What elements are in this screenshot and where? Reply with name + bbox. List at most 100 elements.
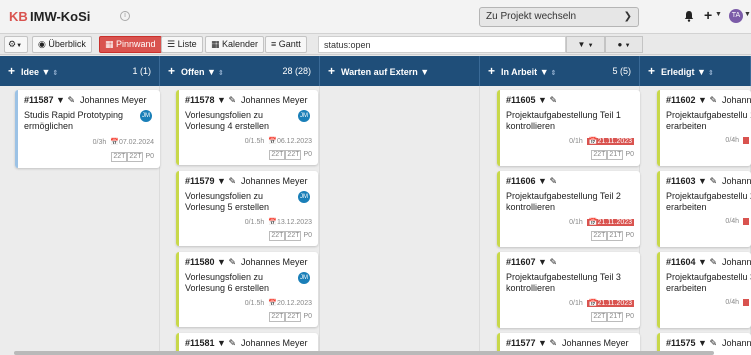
project-switch-select[interactable]: Zu Projekt wechseln ❯ — [479, 7, 639, 27]
calendar-button[interactable]: ▦ Kalender — [205, 36, 265, 53]
sort-icon[interactable]: ⇕ — [708, 70, 714, 77]
card-assignee: Johannes Meyer — [562, 338, 629, 348]
logo[interactable]: KB — [9, 9, 28, 24]
add-icon[interactable]: + — [648, 64, 655, 78]
add-icon[interactable]: + — [488, 64, 495, 78]
avatar[interactable]: TA — [729, 9, 743, 23]
list-button[interactable]: ☰ Liste — [161, 36, 203, 53]
edit-icon[interactable]: ✎ — [709, 338, 717, 348]
card-tags: 22T 22T P0 — [269, 231, 312, 241]
card-id[interactable]: #11604 — [666, 257, 696, 267]
column-header-erledigt[interactable]: + Erledigt ▼ ⇕ — [640, 56, 751, 86]
edit-icon[interactable]: ✎ — [549, 95, 557, 105]
user-filter-button[interactable]: ● ▼ — [605, 36, 643, 53]
card-id[interactable]: #11579 — [185, 176, 215, 186]
settings-button[interactable]: ⚙▼ — [4, 36, 28, 53]
sort-icon[interactable]: ⇕ — [551, 70, 557, 77]
card-id[interactable]: #11605 — [506, 95, 536, 105]
edit-icon[interactable]: ✎ — [228, 338, 236, 348]
card-accent — [176, 252, 179, 327]
project-name[interactable]: IMW-KoSi — [30, 9, 90, 24]
horizontal-scrollbar[interactable] — [14, 351, 714, 355]
card-id[interactable]: #11575 — [666, 338, 696, 348]
card-meta: 0/4h — [725, 218, 749, 225]
tag: 22T — [111, 152, 128, 162]
gear-icon: ⚙ — [8, 39, 17, 49]
chevron-down-icon[interactable]: ▼ — [744, 11, 751, 18]
card-id[interactable]: #11587 — [24, 95, 54, 105]
task-card[interactable]: #11604 ▼ ✎Johanne Projektaufgabestellu 3… — [657, 252, 751, 328]
board-button[interactable]: ▦ Pinnwand — [99, 36, 162, 53]
card-priority: P0 — [625, 313, 634, 320]
edit-icon[interactable]: ✎ — [709, 95, 717, 105]
column-header-offen[interactable]: + Offen ▼ ⇕ 28 (28) — [160, 56, 320, 86]
card-title: Projektaufgabestellu 3 erarbeiten — [666, 272, 751, 293]
task-card[interactable]: #11606 ▼ ✎ Projektaufgabestellung Teil 2… — [497, 171, 640, 247]
add-icon[interactable]: + — [328, 64, 335, 78]
task-card[interactable]: #11605 ▼ ✎ Projektaufgabestellung Teil 1… — [497, 90, 640, 166]
task-card[interactable]: #11607 ▼ ✎ Projektaufgabestellung Teil 3… — [497, 252, 640, 328]
task-card[interactable]: #11580 ▼ ✎ Johannes Meyer Vorlesungsfolie… — [176, 252, 318, 327]
edit-icon[interactable]: ✎ — [709, 257, 717, 267]
edit-icon[interactable]: ✎ — [549, 338, 557, 348]
card-id[interactable]: #11578 — [185, 95, 215, 105]
card-accent — [657, 252, 660, 328]
sort-icon[interactable]: ⇕ — [218, 70, 224, 77]
bell-icon[interactable] — [683, 10, 695, 22]
edit-icon[interactable]: ✎ — [549, 176, 557, 186]
chevron-down-icon[interactable]: ▼ — [715, 11, 722, 18]
column-title: Erledigt — [661, 67, 695, 77]
add-icon[interactable]: + — [704, 8, 712, 22]
card-due-date: 21.11.2023 — [597, 300, 632, 307]
tag: 22T — [127, 152, 144, 162]
column-header-idee[interactable]: + Idee ▼ ⇕ 1 (1) — [0, 56, 160, 86]
card-id[interactable]: #11606 — [506, 176, 536, 186]
edit-icon[interactable]: ✎ — [549, 257, 557, 267]
card-id[interactable]: #11580 — [185, 257, 215, 267]
card-tags: 22T 21T P0 — [591, 231, 634, 241]
task-card[interactable]: #11602 ▼ ✎Johanne Projektaufgabestellu 1… — [657, 90, 751, 166]
card-id[interactable]: #11607 — [506, 257, 536, 267]
info-icon[interactable]: i — [120, 11, 130, 21]
card-tags: 22T 22T P0 — [269, 150, 312, 160]
board-label: Pinnwand — [116, 39, 156, 49]
card-assignee: Johanne — [722, 257, 751, 267]
sort-icon[interactable]: ⇕ — [52, 70, 58, 77]
column-count: 28 (28) — [282, 66, 311, 76]
gantt-button[interactable]: ≡ Gantt — [265, 36, 307, 53]
card-accent — [497, 90, 500, 166]
card-due: 📅13.12.2023 — [268, 219, 312, 226]
card-assignee: Johannes Meyer — [241, 176, 308, 186]
task-card[interactable]: #11578 ▼ ✎ Johannes Meyer Vorlesungsfolie… — [176, 90, 318, 165]
card-id[interactable]: #11603 — [666, 176, 696, 186]
edit-icon[interactable]: ✎ — [67, 95, 75, 105]
column-header-warten-auf-extern[interactable]: + Warten auf Extern ▼ — [320, 56, 480, 86]
card-id[interactable]: #11577 — [506, 338, 536, 348]
card-id[interactable]: #11602 — [666, 95, 696, 105]
column-header-in-arbeit[interactable]: + In Arbeit ▼ ⇕ 5 (5) — [480, 56, 640, 86]
card-title: Projektaufgabestellung Teil 1 kontrollie… — [506, 110, 621, 131]
card-meta: 0/1h 📅21.11.2023 — [569, 218, 634, 226]
card-assignee: Johanne — [722, 338, 751, 348]
card-id[interactable]: #11581 — [185, 338, 215, 348]
edit-icon[interactable]: ✎ — [709, 176, 717, 186]
card-assignee: Johannes Meyer — [241, 338, 308, 348]
edit-icon[interactable]: ✎ — [228, 95, 236, 105]
overview-button[interactable]: ◉ Überblick — [32, 36, 92, 53]
tag: 21T — [607, 312, 624, 322]
add-icon[interactable]: + — [168, 64, 175, 78]
card-title: Projektaufgabestellu 2 erarbeiten — [666, 191, 751, 212]
add-icon[interactable]: + — [8, 64, 15, 78]
task-card[interactable]: #11579 ▼ ✎ Johannes Meyer Vorlesungsfolie… — [176, 171, 318, 246]
edit-icon[interactable]: ✎ — [228, 176, 236, 186]
card-tags: 22T 22T P0 — [111, 152, 154, 162]
edit-icon[interactable]: ✎ — [228, 257, 236, 267]
card-title: Vorlesungsfolien zu Vorlesung 4 erstelle… — [185, 110, 270, 131]
card-header: #11604 ▼ ✎Johanne — [666, 257, 751, 268]
task-card[interactable]: #11603 ▼ ✎Johanne Projektaufgabestellu 2… — [657, 171, 751, 247]
filter-button[interactable]: ▼ ▼ — [566, 36, 605, 53]
search-input[interactable] — [318, 36, 566, 53]
card-meta: 0/1.5h 📅06.12.2023 — [245, 137, 312, 145]
card-priority: P0 — [625, 151, 634, 158]
task-card[interactable]: #11587 ▼ ✎ Johannes Meyer Studis Rapid Pr… — [15, 90, 160, 168]
